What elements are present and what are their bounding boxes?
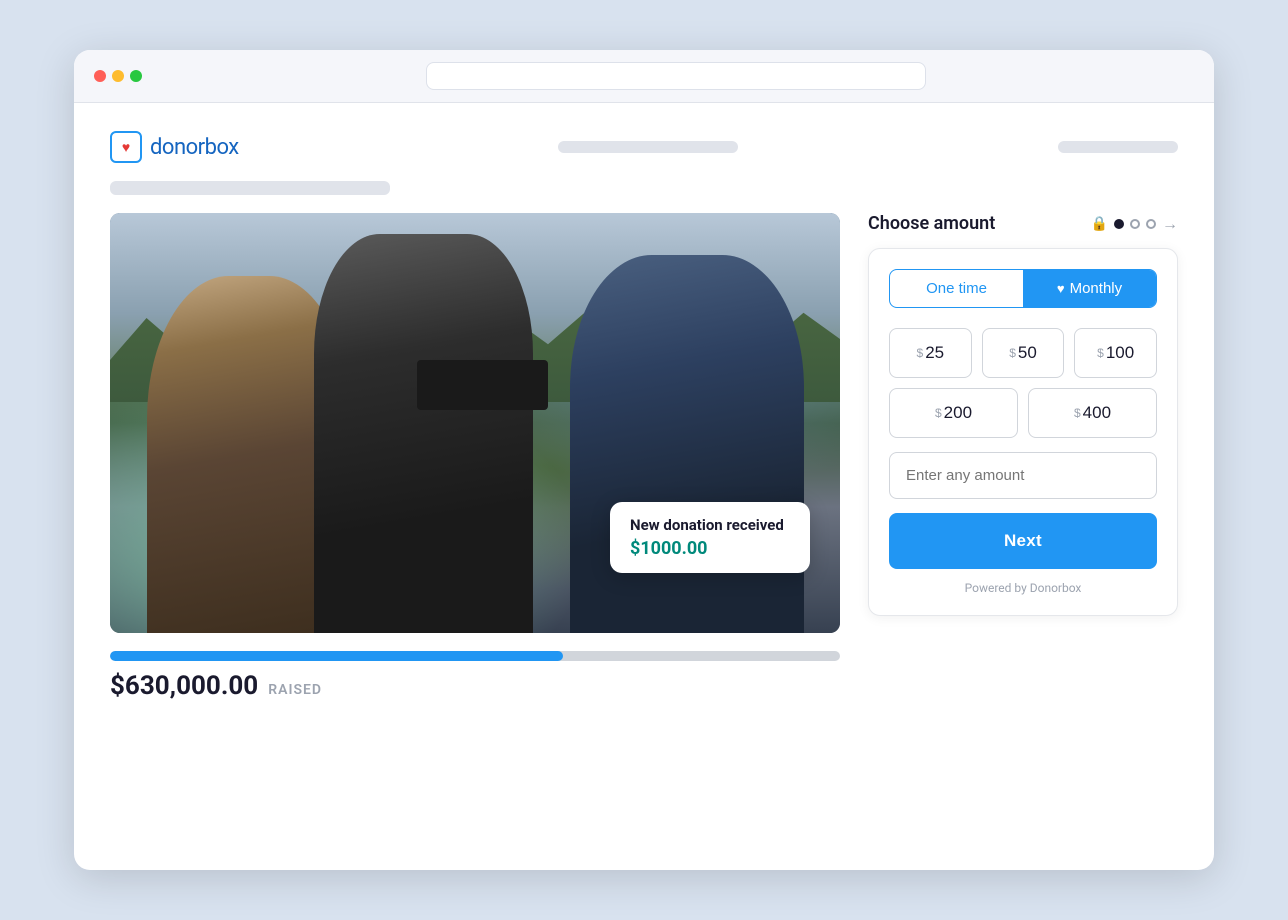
amount-value-100: 100 bbox=[1106, 343, 1134, 363]
amount-grid-row2: $ 200 $ 400 bbox=[889, 388, 1157, 438]
heart-icon: ♥ bbox=[1057, 281, 1065, 296]
dot-red bbox=[94, 70, 106, 82]
person-mid bbox=[314, 234, 533, 633]
frequency-toggle: One time ♥ Monthly bbox=[889, 269, 1157, 308]
monthly-label: Monthly bbox=[1070, 280, 1123, 297]
amount-value-200: 200 bbox=[944, 403, 972, 423]
monthly-button[interactable]: ♥ Monthly bbox=[1023, 270, 1156, 307]
raised-amount: $630,000.00 bbox=[110, 671, 258, 701]
progress-bar-fill bbox=[110, 651, 563, 661]
raised-label: RAISED bbox=[268, 682, 322, 698]
currency-symbol-2: $ bbox=[1009, 346, 1016, 360]
step-dot-2 bbox=[1130, 219, 1140, 229]
arrow-right-icon: → bbox=[1162, 214, 1178, 234]
right-panel: Choose amount 🔒 → One time ♥ bbox=[868, 213, 1178, 616]
browser-window: donorbox bbox=[74, 50, 1214, 870]
notification-amount: $1000.00 bbox=[630, 538, 790, 559]
step-indicators: 🔒 → bbox=[1091, 214, 1178, 234]
choose-amount-header: Choose amount 🔒 → bbox=[868, 213, 1178, 234]
progress-bar-bg bbox=[110, 651, 840, 661]
amount-value-25: 25 bbox=[925, 343, 944, 363]
amount-value-50: 50 bbox=[1018, 343, 1037, 363]
amount-value-400: 400 bbox=[1083, 403, 1111, 423]
currency-symbol-3: $ bbox=[1097, 346, 1104, 360]
dot-green bbox=[130, 70, 142, 82]
browser-header bbox=[74, 50, 1214, 103]
title-placeholder bbox=[110, 181, 390, 195]
dot-yellow bbox=[112, 70, 124, 82]
page-content: donorbox bbox=[74, 103, 1214, 737]
amount-button-400[interactable]: $ 400 bbox=[1028, 388, 1157, 438]
step-dot-3 bbox=[1146, 219, 1156, 229]
currency-symbol-1: $ bbox=[917, 346, 924, 360]
campaign-image: New donation received $1000.00 bbox=[110, 213, 840, 633]
raised-row: $630,000.00 RAISED bbox=[110, 671, 840, 701]
amount-button-50[interactable]: $ 50 bbox=[982, 328, 1065, 378]
currency-symbol-4: $ bbox=[935, 406, 942, 420]
next-button[interactable]: Next bbox=[889, 513, 1157, 569]
header-right-placeholder bbox=[1058, 141, 1178, 153]
person-right bbox=[570, 255, 804, 633]
amount-button-200[interactable]: $ 200 bbox=[889, 388, 1018, 438]
header-placeholder bbox=[558, 141, 738, 153]
amount-button-100[interactable]: $ 100 bbox=[1074, 328, 1157, 378]
logo-text: donorbox bbox=[150, 135, 239, 160]
notification-title: New donation received bbox=[630, 516, 790, 534]
progress-section: $630,000.00 RAISED bbox=[110, 651, 840, 701]
address-bar[interactable] bbox=[426, 62, 926, 90]
donation-card: One time ♥ Monthly $ 25 $ bbox=[868, 248, 1178, 616]
amount-grid-row1: $ 25 $ 50 $ 100 bbox=[889, 328, 1157, 378]
lock-icon: 🔒 bbox=[1091, 216, 1108, 232]
browser-dots bbox=[94, 70, 142, 82]
logo: donorbox bbox=[110, 131, 239, 163]
logo-icon bbox=[110, 131, 142, 163]
amount-button-25[interactable]: $ 25 bbox=[889, 328, 972, 378]
main-section: New donation received $1000.00 $630,000.… bbox=[110, 213, 1178, 701]
powered-by: Powered by Donorbox bbox=[889, 581, 1157, 595]
notification-popup: New donation received $1000.00 bbox=[610, 502, 810, 573]
currency-symbol-5: $ bbox=[1074, 406, 1081, 420]
donorbox-header: donorbox bbox=[110, 131, 1178, 163]
left-panel: New donation received $1000.00 $630,000.… bbox=[110, 213, 840, 701]
one-time-button[interactable]: One time bbox=[890, 270, 1023, 307]
step-dot-1 bbox=[1114, 219, 1124, 229]
choose-amount-title: Choose amount bbox=[868, 213, 995, 234]
custom-amount-input[interactable] bbox=[889, 452, 1157, 499]
camera-shape bbox=[417, 360, 548, 410]
